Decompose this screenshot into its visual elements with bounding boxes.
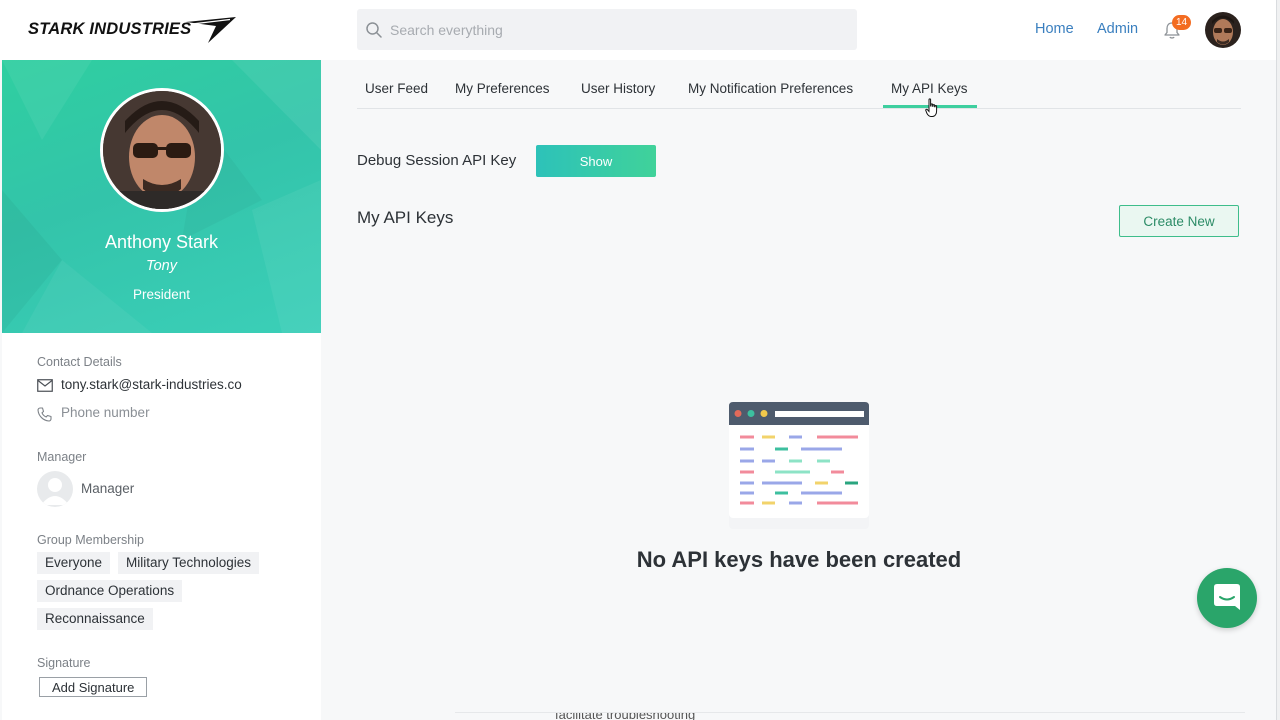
profile-sidebar: Anthony Stark Tony President Contact Det… [2,60,321,720]
contact-details-label: Contact Details [37,355,122,369]
global-search[interactable] [357,9,857,50]
hand-cursor-icon [925,98,938,117]
empty-state-message: No API keys have been created [636,547,962,572]
tab-user-history[interactable]: User History [581,81,655,96]
default-avatar-icon [41,478,69,505]
signature-label: Signature [37,656,91,670]
phone-icon [37,407,52,422]
user-avatar[interactable] [1205,12,1241,48]
top-header: STARK INDUSTRIES Home Admin 14 [0,0,1280,60]
search-input[interactable] [390,9,840,50]
tab-user-feed[interactable]: User Feed [365,81,428,96]
profile-hero: Anthony Stark Tony President [2,60,321,333]
tab-my-notification-preferences[interactable]: My Notification Preferences [688,81,853,96]
mail-icon [37,379,53,392]
add-signature-button[interactable]: Add Signature [39,677,148,697]
group-chip-ordnance-operations[interactable]: Ordnance Operations [37,580,183,602]
empty-code-window-illustration [729,402,869,529]
window-edge-scrollbar[interactable] [1276,0,1280,720]
manager-name[interactable]: Manager [81,481,134,496]
logo-swoosh-icon [186,17,236,43]
group-membership-label: Group Membership [37,533,144,547]
bottom-peek-text: facilitate troubleshooting [555,712,696,720]
create-new-api-key-button[interactable]: Create New [1119,205,1239,237]
search-icon [366,22,382,38]
notification-count-badge: 14 [1172,15,1192,30]
bottom-content-peek: facilitate troubleshooting [455,712,1245,720]
chat-icon [1214,584,1240,610]
email-value: tony.stark@stark-industries.co [61,377,242,392]
nav-home-link[interactable]: Home [1035,21,1074,37]
user-avatar-image [1205,12,1241,48]
group-chip-reconnaissance[interactable]: Reconnaissance [37,608,153,630]
group-chip-everyone[interactable]: Everyone [37,552,111,574]
profile-tabs: User Feed My Preferences User History My… [357,60,1241,109]
profile-photo [100,88,224,212]
profile-job-title: President [132,287,191,302]
chat-launcher-button[interactable] [1197,568,1257,628]
show-debug-key-button[interactable]: Show [536,145,656,177]
profile-nickname: Tony [146,258,177,274]
logo-text: STARK INDUSTRIES [28,20,192,38]
company-logo[interactable]: STARK INDUSTRIES [28,16,238,44]
nav-admin-link[interactable]: Admin [1097,21,1138,37]
profile-name: Anthony Stark [104,232,219,252]
tab-my-api-keys[interactable]: My API Keys [891,81,968,96]
tab-my-preferences[interactable]: My Preferences [455,81,550,96]
manager-avatar[interactable] [37,471,73,507]
debug-session-api-key-label: Debug Session API Key [357,152,517,169]
phone-placeholder: Phone number [61,405,150,420]
profile-photo-image [103,91,221,209]
my-api-keys-heading: My API Keys [357,208,454,227]
group-chip-military-technologies[interactable]: Military Technologies [118,552,260,574]
manager-label: Manager [37,450,87,464]
